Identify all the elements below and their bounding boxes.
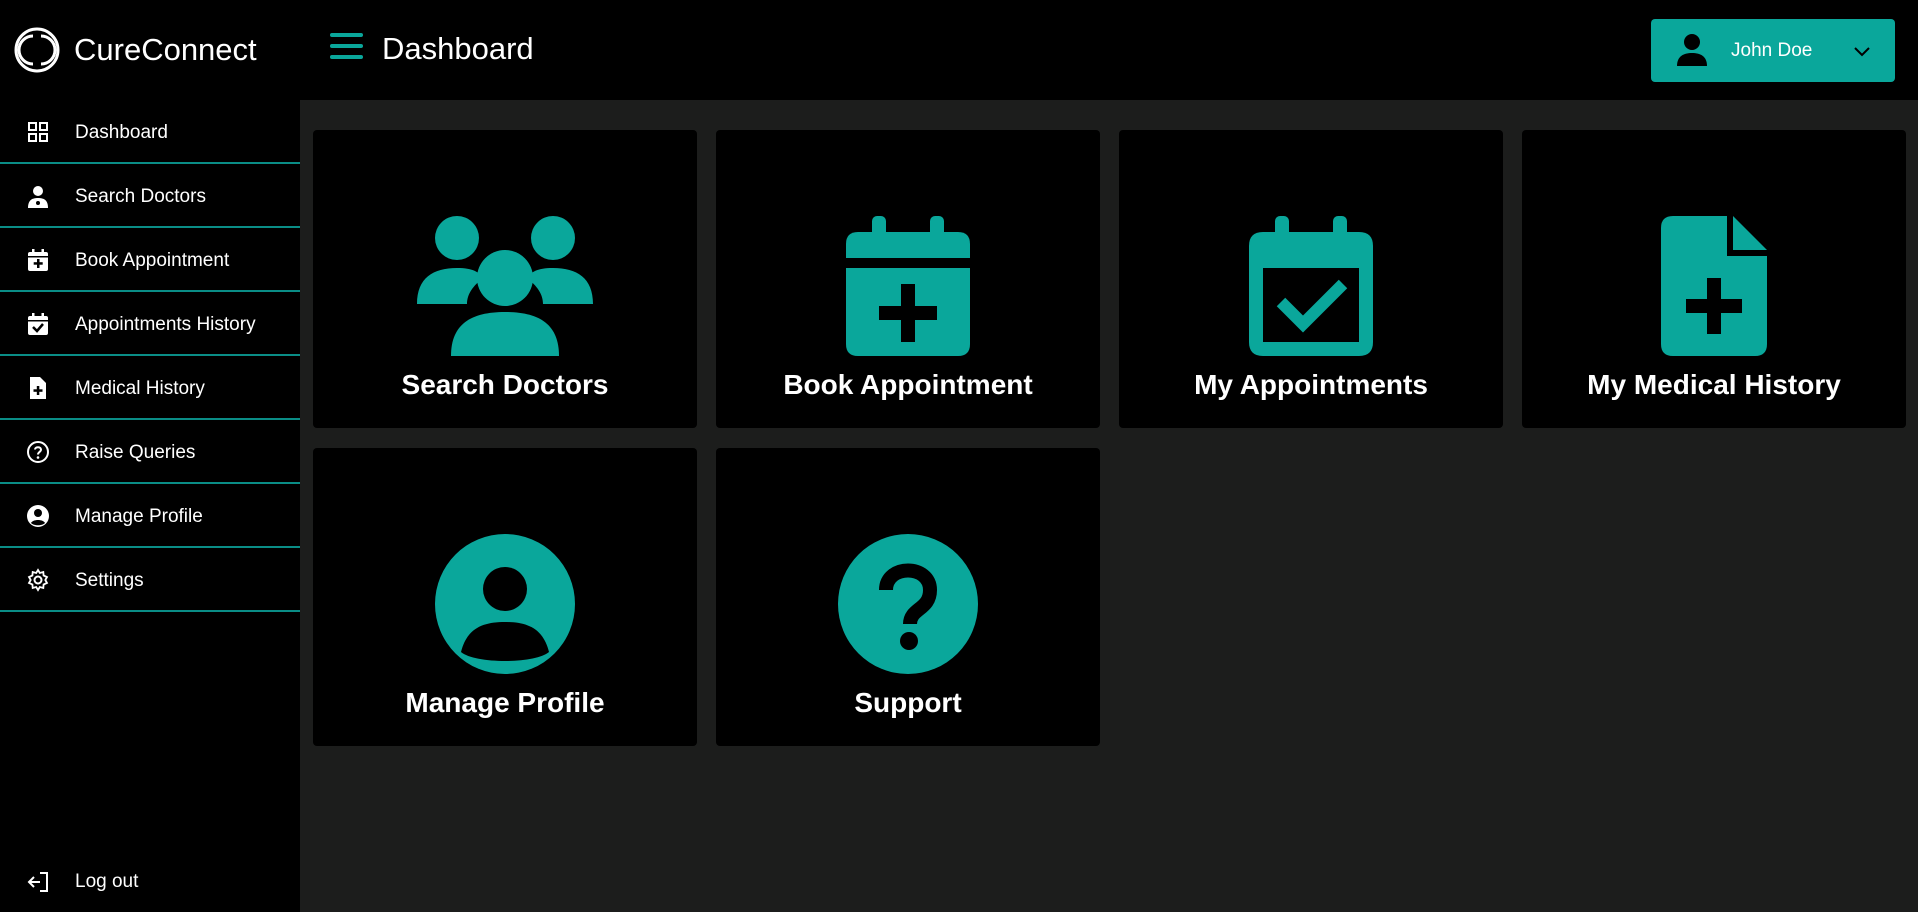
sidebar-item-label: Dashboard xyxy=(75,122,168,143)
gear-icon xyxy=(27,568,49,592)
card-label: Book Appointment xyxy=(783,369,1033,400)
main-content: Search Doctors Book Appointment My Appoi… xyxy=(300,100,1918,912)
grid-icon xyxy=(28,122,48,142)
sidebar-item-book-appointment[interactable]: Book Appointment xyxy=(0,228,300,292)
sidebar-item-appointments-history[interactable]: Appointments History xyxy=(0,292,300,356)
card-label: My Medical History xyxy=(1587,369,1841,400)
card-book-appointment[interactable]: Book Appointment xyxy=(716,130,1100,428)
card-label: Manage Profile xyxy=(405,687,605,718)
cureconnect-logo-icon xyxy=(14,27,60,73)
page-title: Dashboard xyxy=(382,31,534,66)
sidebar-item-label: Medical History xyxy=(75,378,205,399)
card-search-doctors[interactable]: Search Doctors xyxy=(313,130,697,428)
sidebar-item-dashboard[interactable]: Dashboard xyxy=(0,100,300,164)
logout-label: Log out xyxy=(75,871,139,892)
card-support[interactable]: Support xyxy=(716,448,1100,746)
chevron-down-icon xyxy=(1854,47,1870,57)
question-circle-icon xyxy=(27,441,49,463)
calendar-check-icon xyxy=(28,313,48,335)
calendar-plus-icon xyxy=(846,216,970,356)
users-icon xyxy=(417,216,593,356)
user-name: John Doe xyxy=(1731,40,1813,61)
logout-icon xyxy=(27,872,48,892)
calendar-check-icon xyxy=(1249,216,1373,356)
hamburger-menu-icon[interactable] xyxy=(330,33,363,63)
calendar-plus-icon xyxy=(28,249,48,271)
top-bar: CureConnect Dashboard John Doe xyxy=(0,0,1918,100)
sidebar-item-label: Manage Profile xyxy=(75,506,203,527)
sidebar-item-medical-history[interactable]: Medical History xyxy=(0,356,300,420)
sidebar-item-label: Appointments History xyxy=(75,314,256,335)
user-circle-icon xyxy=(435,534,575,674)
app-name: CureConnect xyxy=(74,32,257,67)
card-my-appointments[interactable]: My Appointments xyxy=(1119,130,1503,428)
user-circle-icon xyxy=(27,505,49,527)
card-my-medical-history[interactable]: My Medical History xyxy=(1522,130,1906,428)
user-icon xyxy=(1677,34,1707,66)
brand[interactable]: CureConnect xyxy=(14,26,257,74)
sidebar-item-label: Book Appointment xyxy=(75,250,230,271)
sidebar-item-search-doctors[interactable]: Search Doctors xyxy=(0,164,300,228)
card-label: Search Doctors xyxy=(401,369,609,400)
file-medical-icon xyxy=(1661,216,1767,356)
sidebar: Dashboard Search Doctors Book Appointmen… xyxy=(0,100,300,912)
sidebar-item-label: Search Doctors xyxy=(75,186,206,207)
sidebar-item-settings[interactable]: Settings xyxy=(0,548,300,612)
file-medical-icon xyxy=(30,377,46,399)
card-label: Support xyxy=(854,687,962,718)
question-circle-icon xyxy=(838,534,978,674)
logout-button[interactable]: Log out xyxy=(0,860,300,900)
doctor-icon xyxy=(28,186,48,208)
sidebar-item-label: Settings xyxy=(75,570,144,591)
user-menu-button[interactable]: John Doe xyxy=(1651,19,1895,82)
card-manage-profile[interactable]: Manage Profile xyxy=(313,448,697,746)
sidebar-item-raise-queries[interactable]: Raise Queries xyxy=(0,420,300,484)
sidebar-item-manage-profile[interactable]: Manage Profile xyxy=(0,484,300,548)
sidebar-item-label: Raise Queries xyxy=(75,442,196,463)
card-label: My Appointments xyxy=(1194,369,1428,400)
